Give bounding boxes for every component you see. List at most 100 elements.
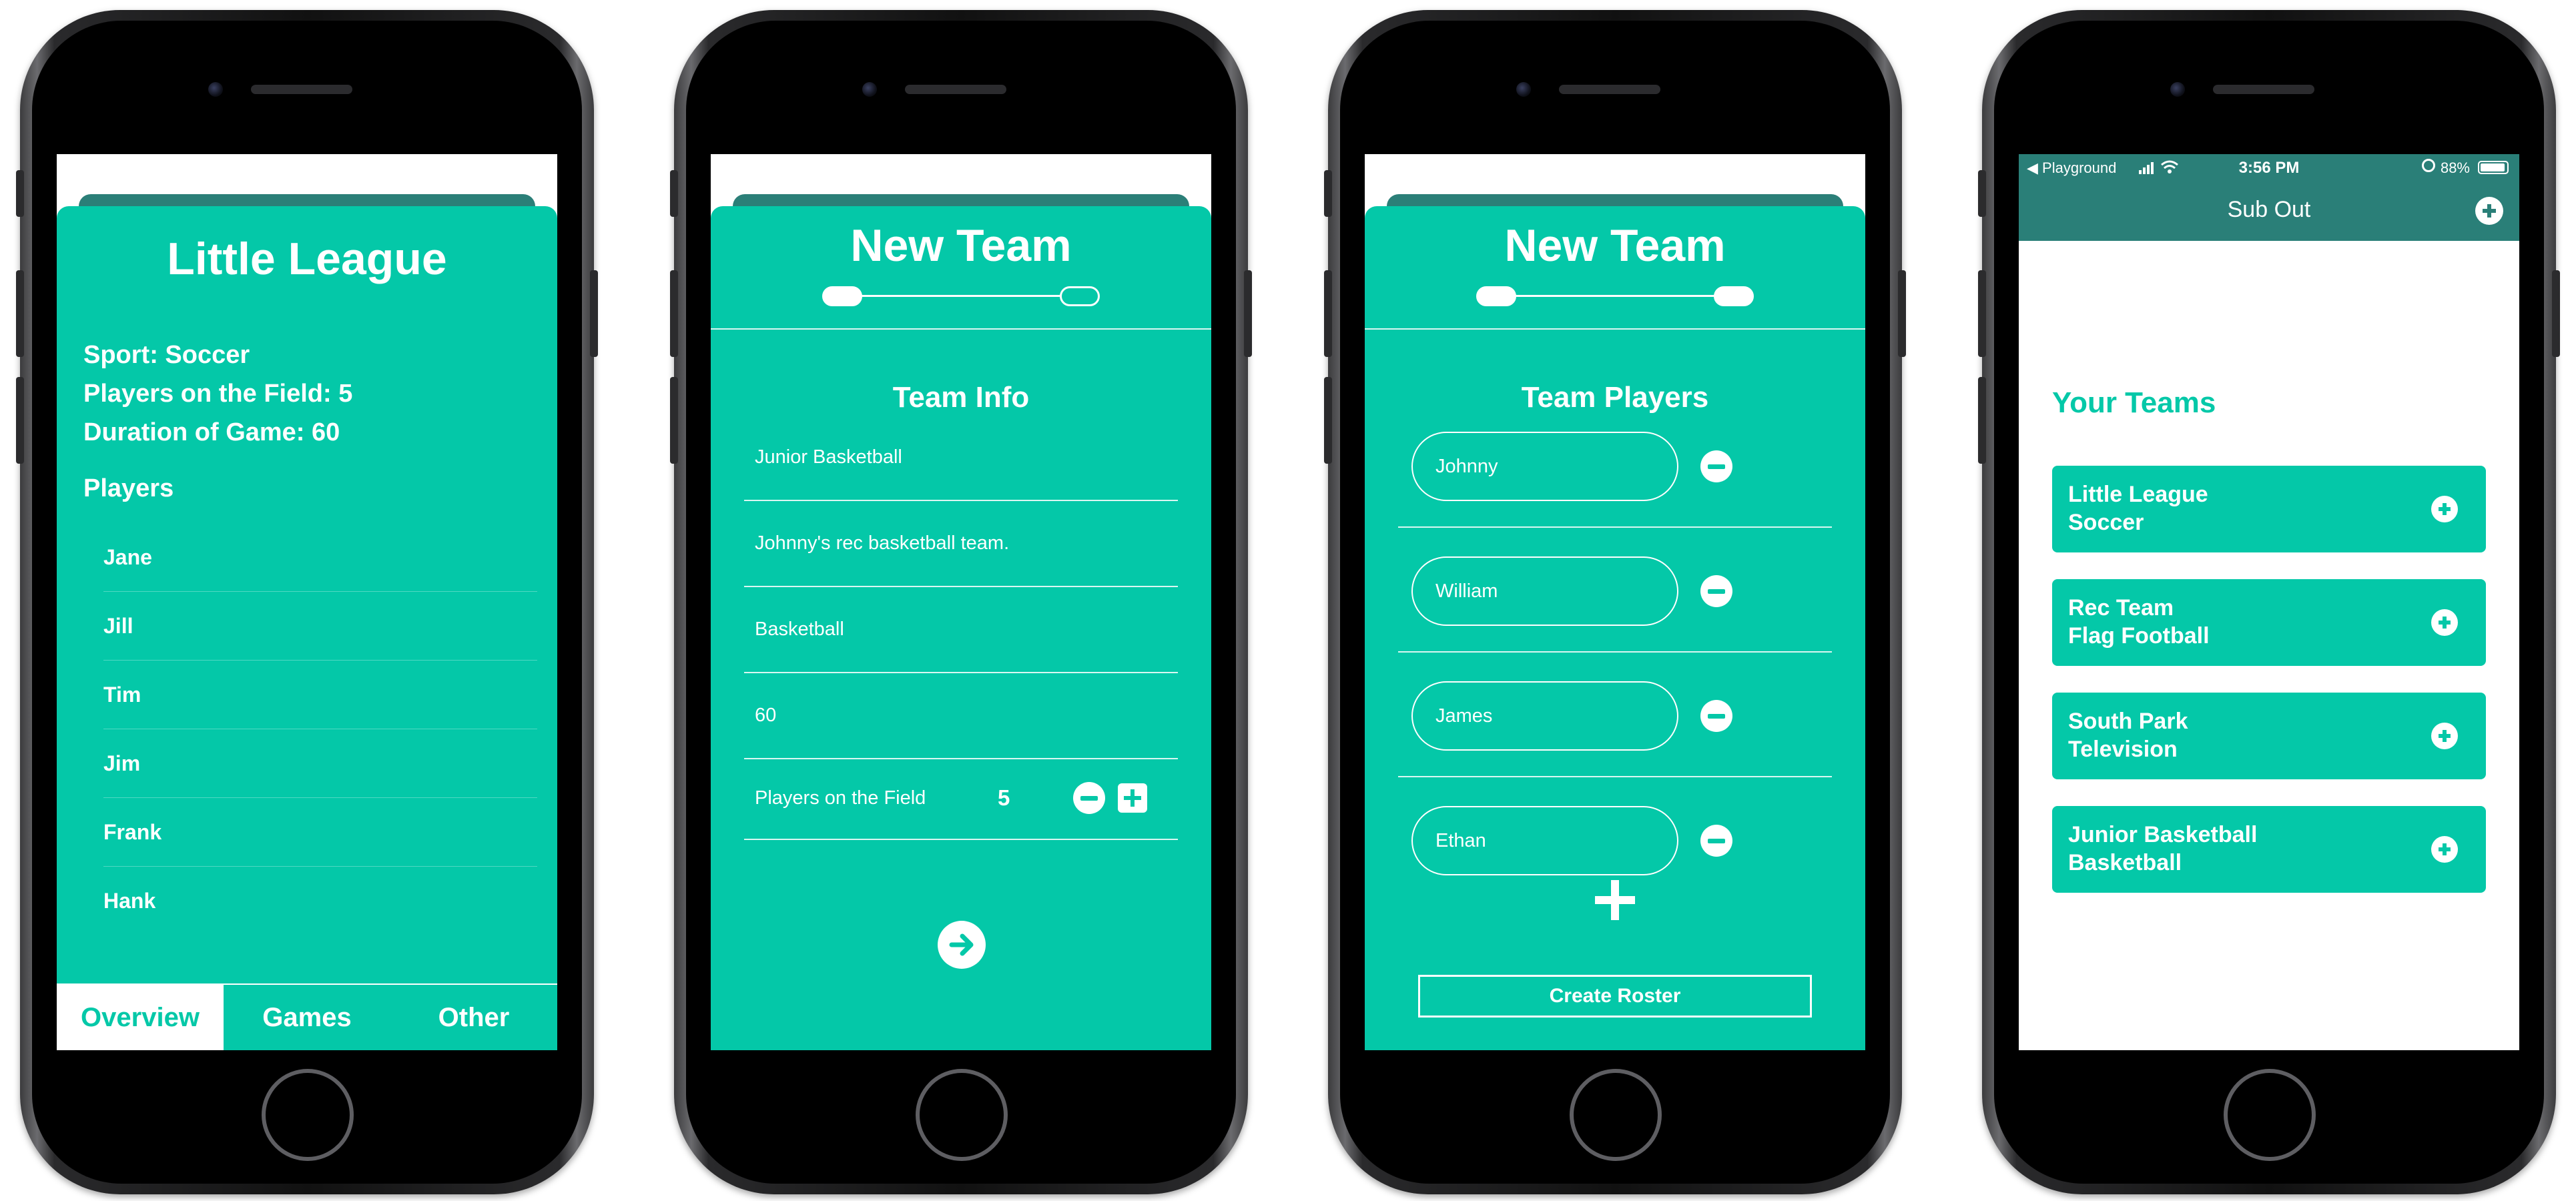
player-name-field[interactable]: Johnny — [1411, 432, 1678, 501]
nav-bar: Sub Out — [2019, 181, 2519, 241]
minus-circle-icon[interactable] — [1073, 782, 1105, 814]
phone-frame-team-players: New Team Team Players Johnny William Jam… — [1324, 10, 1906, 1194]
team-name-field[interactable]: Junior Basketball — [744, 416, 1178, 501]
minus-circle-icon[interactable] — [1700, 575, 1732, 607]
progress-step-1-filled — [822, 286, 862, 306]
team-name: Junior Basketball — [2068, 822, 2258, 847]
player-row[interactable]: Tim — [103, 661, 537, 729]
tab-games[interactable]: Games — [224, 985, 390, 1050]
home-button[interactable] — [1570, 1069, 1662, 1161]
volume-up-button — [670, 270, 678, 357]
sport-value: Basketball — [755, 619, 844, 640]
page-title: Little League — [167, 234, 447, 284]
volume-up-button — [1978, 270, 1986, 357]
power-button — [2552, 270, 2560, 357]
team-detail-card: Little League Sport: Soccer Players on t… — [57, 206, 557, 1050]
player-name-field[interactable]: James — [1411, 681, 1678, 751]
power-button — [590, 270, 598, 357]
player-list: Johnny William James Ethan — [1365, 206, 1865, 929]
mute-switch — [16, 170, 24, 217]
earpiece-speaker — [251, 85, 352, 94]
row-divider — [1398, 776, 1832, 777]
add-team-icon[interactable] — [2475, 197, 2503, 225]
volume-down-button — [1324, 377, 1332, 464]
team-name: Rec Team — [2068, 595, 2174, 621]
home-button[interactable] — [916, 1069, 1008, 1161]
nav-title: Sub Out — [2227, 197, 2311, 222]
tab-bar: Overview Games Other — [57, 983, 557, 1050]
mute-switch — [670, 170, 678, 217]
team-card[interactable]: Little League Soccer — [2052, 466, 2486, 552]
volume-down-button — [670, 377, 678, 464]
plus-circle-icon[interactable] — [2431, 496, 2458, 522]
minus-circle-icon[interactable] — [1700, 450, 1732, 482]
player-name-field[interactable]: Ethan — [1411, 806, 1678, 875]
progress-track — [833, 295, 1086, 297]
players-on-field-label: Players on the Field — [755, 787, 926, 809]
team-card[interactable]: Junior Basketball Basketball — [2052, 806, 2486, 893]
earpiece-speaker — [905, 85, 1006, 94]
home-button[interactable] — [262, 1069, 354, 1161]
create-roster-button[interactable]: Create Roster — [1418, 975, 1812, 1018]
minus-circle-icon[interactable] — [1700, 700, 1732, 732]
status-bar: ◀ Playground 3:56 PM 88% — [2019, 154, 2519, 181]
team-name-value: Junior Basketball — [755, 446, 902, 468]
battery-icon — [2478, 161, 2509, 174]
power-button — [1244, 270, 1252, 357]
screen-your-teams: ◀ Playground 3:56 PM 88% Sub Out Your Te… — [2019, 154, 2519, 1050]
power-button — [1898, 270, 1906, 357]
player-row[interactable]: Frank — [103, 798, 537, 866]
front-camera — [1516, 82, 1531, 97]
arrow-right-circle-icon[interactable] — [938, 921, 986, 969]
plus-icon[interactable] — [1595, 880, 1635, 920]
progress-step-2-empty — [1060, 286, 1100, 306]
volume-up-button — [16, 270, 24, 357]
team-description-value: Johnny's rec basketball team. — [755, 532, 1010, 554]
front-camera — [862, 82, 877, 97]
plus-circle-icon[interactable] — [2431, 723, 2458, 749]
team-sport: Basketball — [2068, 850, 2182, 875]
team-name: South Park — [2068, 709, 2188, 734]
home-button[interactable] — [2224, 1069, 2316, 1161]
player-row[interactable]: Jim — [103, 729, 537, 797]
minus-circle-icon[interactable] — [1700, 825, 1732, 857]
plus-circle-icon[interactable] — [2431, 836, 2458, 863]
team-sport: Flag Football — [2068, 623, 2210, 649]
players-heading: Players — [83, 474, 174, 502]
row-divider — [1398, 526, 1832, 528]
tab-other[interactable]: Other — [390, 985, 557, 1050]
duration-field[interactable]: 60 — [744, 674, 1178, 759]
sport-info: Sport: Soccer — [83, 341, 250, 369]
player-row[interactable]: Hank — [103, 867, 537, 935]
team-card[interactable]: South Park Television — [2052, 693, 2486, 779]
players-on-field-stepper: Players on the Field 5 — [744, 760, 1178, 840]
new-team-card: New Team Team Info Junior Basketball Joh… — [711, 206, 1211, 1050]
header-divider — [711, 328, 1211, 330]
plus-square-icon[interactable] — [1118, 783, 1147, 813]
new-team-card: New Team Team Players Johnny William Jam… — [1365, 206, 1865, 1050]
battery-percent: 88% — [2440, 159, 2470, 176]
duration-value: 60 — [755, 705, 777, 726]
sport-field[interactable]: Basketball — [744, 588, 1178, 673]
section-title: Team Info — [892, 381, 1030, 414]
team-description-field[interactable]: Johnny's rec basketball team. — [744, 502, 1178, 587]
phone-frame-your-teams: ◀ Playground 3:56 PM 88% Sub Out Your Te… — [1978, 10, 2560, 1194]
earpiece-speaker — [2213, 85, 2314, 94]
screen-team-players: New Team Team Players Johnny William Jam… — [1365, 154, 1865, 1050]
phone-frame-overview: Little League Sport: Soccer Players on t… — [16, 10, 598, 1194]
player-name-field[interactable]: William — [1411, 556, 1678, 626]
team-sport: Television — [2068, 737, 2178, 762]
team-card[interactable]: Rec Team Flag Football — [2052, 579, 2486, 666]
player-row[interactable]: Jill — [103, 592, 537, 660]
player-row[interactable]: Jane — [103, 523, 537, 591]
mute-switch — [1978, 170, 1986, 217]
volume-down-button — [16, 377, 24, 464]
volume-down-button — [1978, 377, 1986, 464]
tab-overview[interactable]: Overview — [57, 985, 224, 1050]
players-on-field-info: Players on the Field: 5 — [83, 380, 353, 408]
front-camera — [2170, 82, 2185, 97]
plus-circle-icon[interactable] — [2431, 609, 2458, 636]
volume-up-button — [1324, 270, 1332, 357]
screen-overview: Little League Sport: Soccer Players on t… — [57, 154, 557, 1050]
screen-team-info: New Team Team Info Junior Basketball Joh… — [711, 154, 1211, 1050]
